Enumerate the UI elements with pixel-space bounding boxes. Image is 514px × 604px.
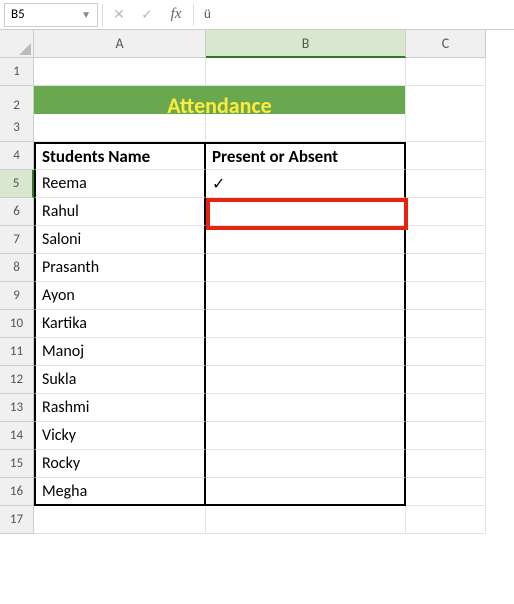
- cell-c11[interactable]: [406, 338, 486, 366]
- cell-name-16[interactable]: Megha: [34, 478, 206, 506]
- cell-c15[interactable]: [406, 450, 486, 478]
- select-all-corner[interactable]: [0, 30, 34, 58]
- cell-name-10[interactable]: Kartika: [34, 310, 206, 338]
- col-head-a[interactable]: A: [34, 30, 206, 58]
- cell-b17[interactable]: [206, 506, 406, 534]
- cell-name-8[interactable]: Prasanth: [34, 254, 206, 282]
- formula-bar: B5 ▼ ✕ ✓ fx ü: [0, 0, 514, 30]
- row-head-13[interactable]: 13: [0, 394, 34, 422]
- cell-name-14[interactable]: Vicky: [34, 422, 206, 450]
- cell-a3[interactable]: [34, 114, 206, 142]
- cell-a17[interactable]: [34, 506, 206, 534]
- row-head-7[interactable]: 7: [0, 226, 34, 254]
- row-head-9[interactable]: 9: [0, 282, 34, 310]
- cell-c6[interactable]: [406, 198, 486, 226]
- col-head-b[interactable]: B: [206, 30, 406, 58]
- divider: [193, 4, 194, 26]
- cell-name-13[interactable]: Rashmi: [34, 394, 206, 422]
- cell-status-12[interactable]: [206, 366, 406, 394]
- cell-name-6[interactable]: Rahul: [34, 198, 206, 226]
- cell-c9[interactable]: [406, 282, 486, 310]
- cell-status-11[interactable]: [206, 338, 406, 366]
- row-head-11[interactable]: 11: [0, 338, 34, 366]
- cell-b3[interactable]: [206, 114, 406, 142]
- cell-status-9[interactable]: [206, 282, 406, 310]
- row-head-17[interactable]: 17: [0, 506, 34, 534]
- cell-name-9[interactable]: Ayon: [34, 282, 206, 310]
- row-head-5[interactable]: 5: [0, 170, 34, 198]
- cell-c17[interactable]: [406, 506, 486, 534]
- cell-c16[interactable]: [406, 478, 486, 506]
- header-students[interactable]: Students Name: [34, 142, 206, 170]
- cancel-icon: ✕: [107, 3, 131, 27]
- header-status[interactable]: Present or Absent: [206, 142, 406, 170]
- row-head-3[interactable]: 3: [0, 114, 34, 142]
- cell-b1[interactable]: [206, 58, 406, 86]
- cell-name-12[interactable]: Sukla: [34, 366, 206, 394]
- cell-c4[interactable]: [406, 142, 486, 170]
- dropdown-icon[interactable]: ▼: [81, 8, 91, 21]
- cell-status-6[interactable]: [206, 198, 406, 226]
- name-box[interactable]: B5 ▼: [4, 3, 98, 27]
- formula-input[interactable]: ü: [198, 3, 510, 27]
- name-box-value: B5: [11, 7, 25, 22]
- cell-c7[interactable]: [406, 226, 486, 254]
- cell-status-10[interactable]: [206, 310, 406, 338]
- enter-icon: ✓: [135, 3, 159, 27]
- cell-c13[interactable]: [406, 394, 486, 422]
- cell-status-8[interactable]: [206, 254, 406, 282]
- cell-c3[interactable]: [406, 114, 486, 142]
- divider: [102, 4, 103, 26]
- row-head-14[interactable]: 14: [0, 422, 34, 450]
- cell-status-15[interactable]: [206, 450, 406, 478]
- cell-name-5[interactable]: Reema: [34, 170, 206, 198]
- cell-status-7[interactable]: [206, 226, 406, 254]
- cell-status-13[interactable]: [206, 394, 406, 422]
- row-head-6[interactable]: 6: [0, 198, 34, 226]
- row-head-15[interactable]: 15: [0, 450, 34, 478]
- cell-name-15[interactable]: Rocky: [34, 450, 206, 478]
- cell-c8[interactable]: [406, 254, 486, 282]
- row-head-1[interactable]: 1: [0, 58, 34, 86]
- cell-c12[interactable]: [406, 366, 486, 394]
- cell-status-16[interactable]: [206, 478, 406, 506]
- spreadsheet-grid: A B C 1 2 Attendance 3 4 Students Name P…: [0, 30, 514, 534]
- cell-c1[interactable]: [406, 58, 486, 86]
- row-head-12[interactable]: 12: [0, 366, 34, 394]
- fx-icon[interactable]: fx: [163, 6, 189, 23]
- cell-status-5[interactable]: ✓: [206, 170, 406, 198]
- cell-status-14[interactable]: [206, 422, 406, 450]
- cell-name-7[interactable]: Saloni: [34, 226, 206, 254]
- cell-c14[interactable]: [406, 422, 486, 450]
- cell-name-11[interactable]: Manoj: [34, 338, 206, 366]
- cell-a1[interactable]: [34, 58, 206, 86]
- col-head-c[interactable]: C: [406, 30, 486, 58]
- cell-c10[interactable]: [406, 310, 486, 338]
- row-head-10[interactable]: 10: [0, 310, 34, 338]
- row-head-16[interactable]: 16: [0, 478, 34, 506]
- cell-c5[interactable]: [406, 170, 486, 198]
- row-head-4[interactable]: 4: [0, 142, 34, 170]
- row-head-8[interactable]: 8: [0, 254, 34, 282]
